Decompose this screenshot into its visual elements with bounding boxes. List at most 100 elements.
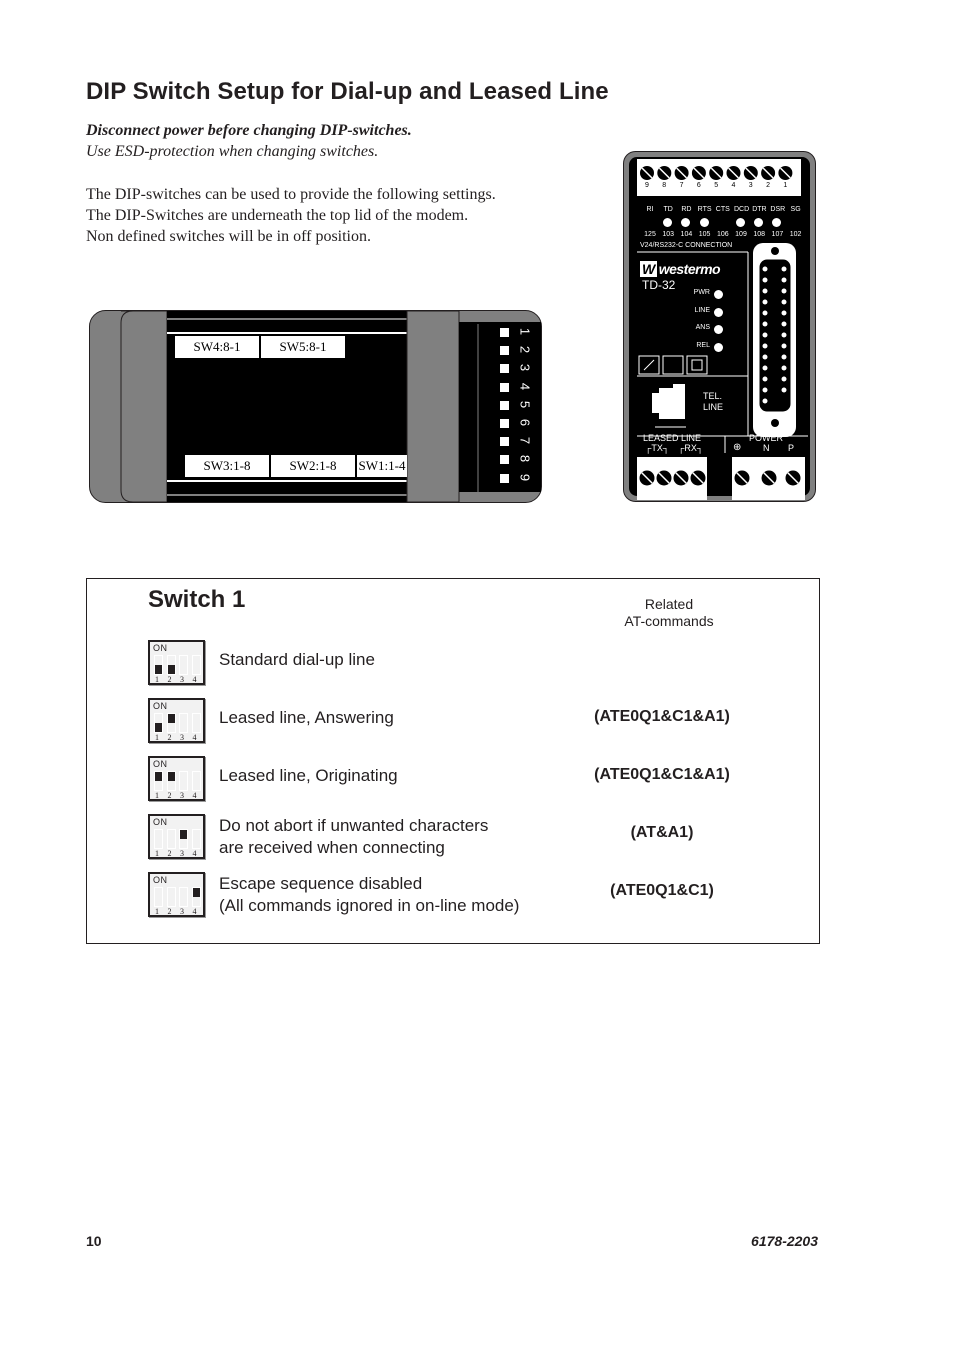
dip-lever-off <box>155 665 162 674</box>
terminal-screw <box>778 166 793 180</box>
model-label: TD-32 <box>642 278 676 292</box>
signal-number: 106 <box>716 231 729 238</box>
dip-on-label: ON <box>153 817 168 827</box>
dip-number: 1 <box>155 849 159 858</box>
dip-number: 4 <box>192 733 197 742</box>
connector-pin <box>781 321 787 327</box>
dip-slot <box>166 887 176 907</box>
switch-label-sw1: SW1:1-4 <box>357 455 407 477</box>
terminal-screw <box>690 470 706 486</box>
switch-label-sw3: SW3:1-8 <box>185 455 269 477</box>
dip-number: 2 <box>167 675 172 684</box>
rx-label: ┌RX┐ <box>678 443 704 453</box>
led-number: 6 <box>517 418 533 427</box>
dip-slot <box>154 771 163 791</box>
terminal-number: 7 <box>679 182 684 189</box>
dip-switch-icon: ON 1 2 3 4 <box>148 640 205 685</box>
dip-on-label: ON <box>153 759 168 769</box>
terminal-screw <box>656 470 672 486</box>
dip-lever-on <box>167 714 175 723</box>
connector-pin <box>762 398 768 404</box>
dip-on-label: ON <box>153 875 168 885</box>
warning-power: Disconnect power before changing DIP-swi… <box>86 122 412 139</box>
led-indicator <box>500 346 509 356</box>
dip-number: 2 <box>167 791 172 800</box>
signal-number: 108 <box>753 231 766 238</box>
connector-pin <box>781 365 787 371</box>
connector-pin <box>762 365 768 371</box>
body-text-line: The DIP-Switches are underneath the top … <box>86 207 469 224</box>
connection-label: V24/RS232-C CONNECTION <box>640 242 733 249</box>
body-text-line: The DIP-switches can be used to provide … <box>86 186 496 203</box>
connector-pin <box>781 343 787 349</box>
signal-led <box>736 218 745 227</box>
dip-slot <box>166 829 176 849</box>
signal-name: DCD <box>734 206 750 213</box>
connector-pin <box>762 376 768 382</box>
setting-description-line: Do not abort if unwanted characters <box>219 816 489 835</box>
dip-number: 1 <box>155 907 159 916</box>
setting-description-line: are received when connecting <box>219 838 445 857</box>
dip-number: 3 <box>180 849 184 858</box>
terminal-screw <box>640 166 654 180</box>
terminal-screw <box>709 166 724 180</box>
connector-pin <box>781 354 787 360</box>
connector-pin <box>781 266 787 272</box>
at-commands-header: Related AT-commands <box>624 596 714 629</box>
terminal-screw <box>639 470 655 486</box>
terminal-number: 8 <box>662 182 667 189</box>
dip-slot <box>154 655 163 675</box>
connector-pin <box>781 288 787 294</box>
connector-pin <box>762 332 768 338</box>
brand-w-icon: W <box>640 261 657 277</box>
led-indicator <box>500 455 509 465</box>
signal-number: 103 <box>662 231 675 238</box>
setting-description-line: Leased line, Answering <box>219 708 394 727</box>
dip-slot <box>179 771 188 791</box>
terminal-number: 6 <box>696 182 701 189</box>
dip-slot <box>191 829 201 849</box>
connector-pin <box>781 299 787 305</box>
signal-name: DTR <box>752 206 767 213</box>
modem-top-view-diagram: SW4:8-1 SW5:8-1 SW3:1-8 SW2:1-8 SW1:1-4 … <box>89 310 542 503</box>
at-command: (AT&A1) <box>630 824 694 841</box>
led-number: 7 <box>517 437 533 445</box>
led-number: 5 <box>517 400 533 408</box>
led-indicator <box>500 419 509 428</box>
terminal-screw <box>726 166 741 180</box>
connector-pin <box>781 376 787 382</box>
dip-on-label: ON <box>153 643 168 653</box>
dip-switch-icon: ON 1 2 3 4 <box>148 872 205 917</box>
connector-pin <box>781 387 787 393</box>
led-indicator <box>500 473 509 483</box>
setting-description-line: Leased line, Originating <box>219 766 398 785</box>
dip-slot <box>179 829 188 849</box>
setting-description: Escape sequence disabled (All commands ig… <box>219 873 519 917</box>
at-command: (ATE0Q1&C1&A1) <box>594 766 730 783</box>
dip-number: 1 <box>155 675 159 684</box>
dip-switch-icon: ON 1 2 3 4 <box>148 756 205 801</box>
dip-lever-on <box>192 888 200 897</box>
connector-pin <box>762 354 768 360</box>
connector-pin <box>781 310 787 316</box>
signal-name: TD <box>663 206 673 213</box>
dip-number: 3 <box>180 675 184 684</box>
dip-number: 4 <box>192 849 197 858</box>
status-led-label: PWR <box>693 289 710 296</box>
dip-lever-off <box>155 723 162 732</box>
connector-pin <box>781 277 787 283</box>
connector-pin <box>762 288 768 294</box>
document-number: 6178-2203 <box>751 1233 818 1249</box>
connector-pin <box>762 310 768 316</box>
at-command: (ATE0Q1&C1&A1) <box>594 708 730 725</box>
terminal-number: 3 <box>748 182 753 189</box>
signal-led <box>699 218 709 227</box>
dip-slot <box>154 829 163 849</box>
signal-number: 107 <box>771 231 784 238</box>
dip-number: 2 <box>167 849 172 858</box>
signal-name: RD <box>681 206 692 213</box>
terminal-screw <box>761 166 776 180</box>
dip-number: 1 <box>155 733 159 742</box>
led-indicator <box>500 400 509 410</box>
dip-number: 4 <box>192 907 197 916</box>
